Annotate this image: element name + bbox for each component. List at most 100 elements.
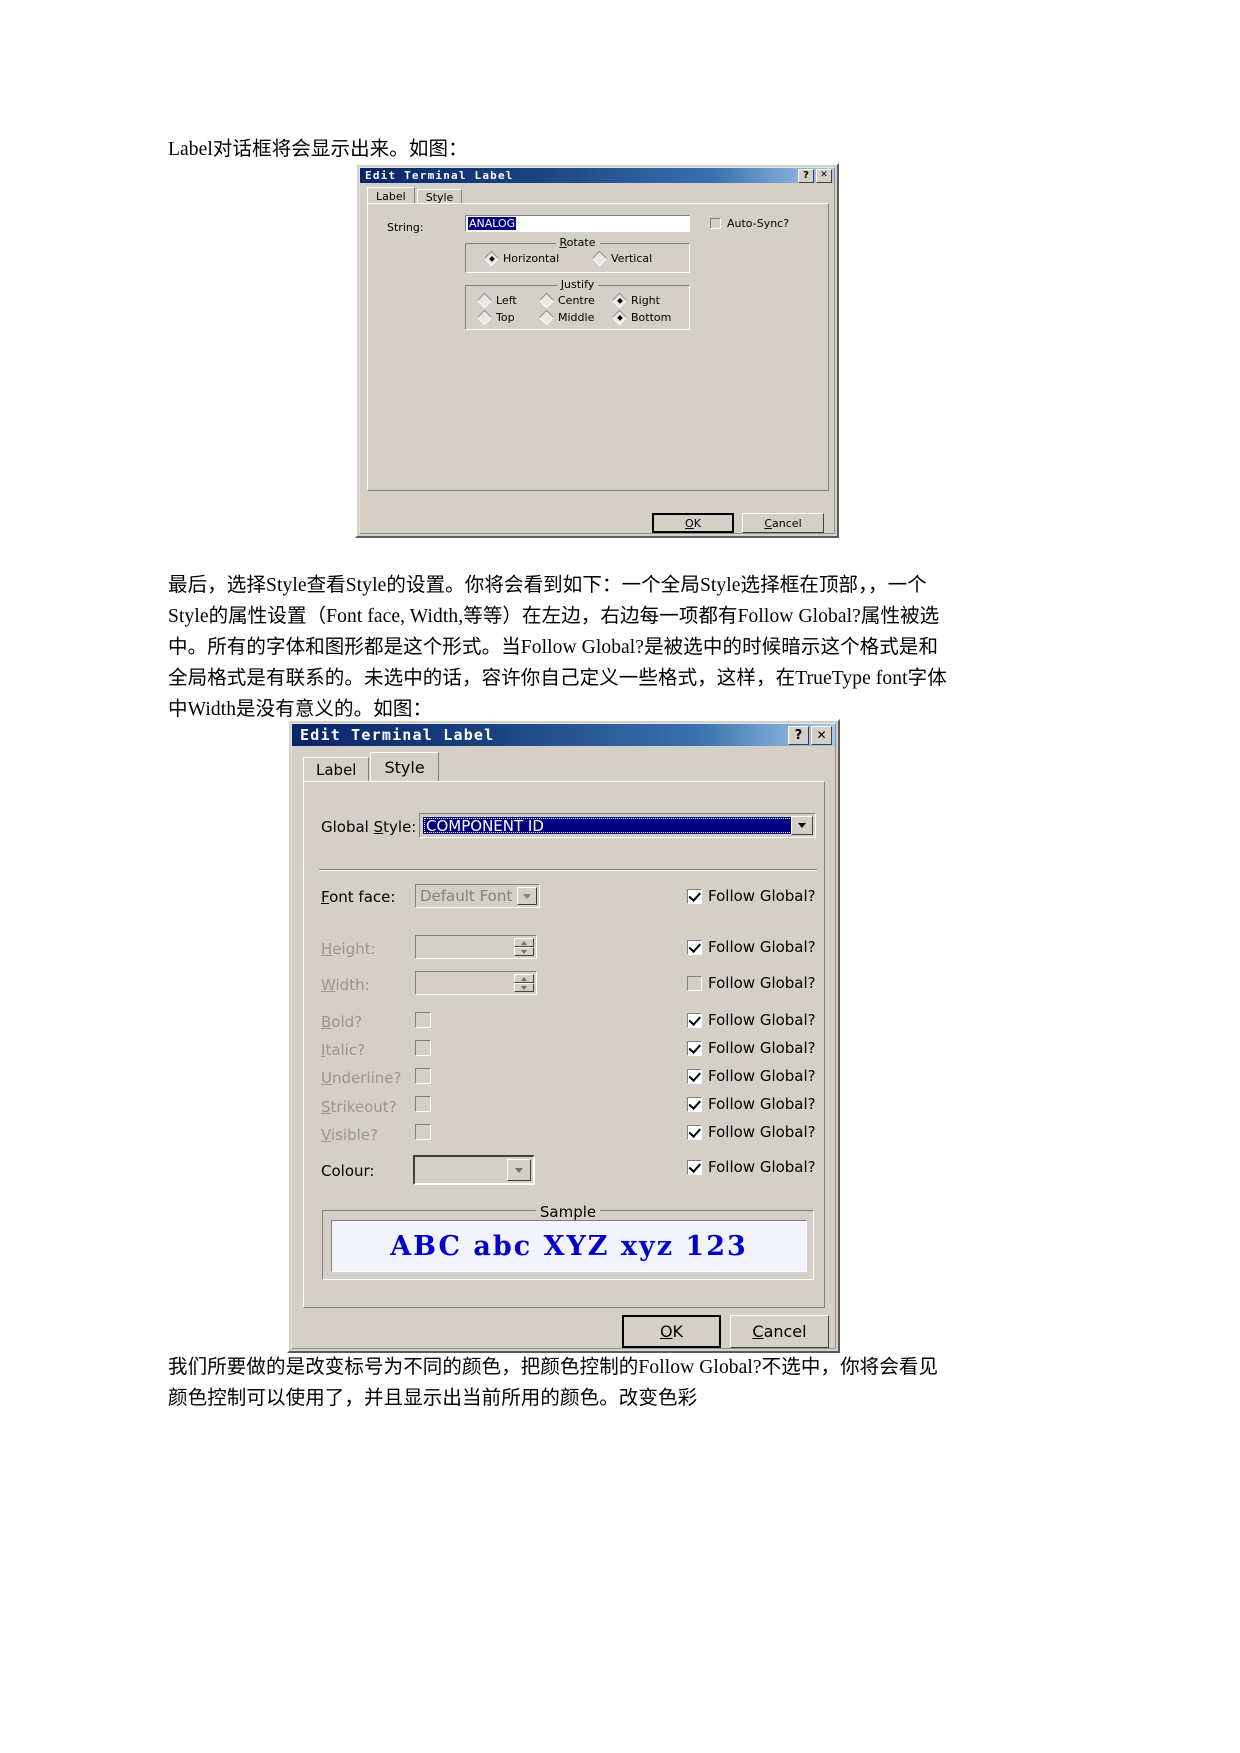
height-spinner-buttons[interactable] [514, 938, 534, 956]
italic-label: Italic? [321, 1041, 365, 1059]
chevron-up-icon [521, 940, 527, 945]
tab-label[interactable]: Label [367, 187, 415, 204]
dialog-titlebar[interactable]: Edit Terminal Label ? ✕ [360, 168, 834, 183]
visible-checkbox[interactable] [415, 1124, 431, 1140]
follow-global-underline[interactable]: Follow Global? [687, 1067, 816, 1085]
paragraph-2: 最后，选择Style查看Style的设置。你将会看到如下：一个全局Style选择… [168, 575, 947, 720]
colour-label: Colour: [321, 1162, 374, 1180]
strikeout-checkbox[interactable] [415, 1096, 431, 1112]
radio-vertical[interactable]: Vertical [591, 250, 652, 267]
cancel-button[interactable]: Cancel [730, 1315, 829, 1348]
radio-horizontal[interactable]: Horizontal [483, 250, 560, 267]
help-button[interactable]: ? [788, 725, 809, 745]
ok-button[interactable]: OK [652, 513, 734, 533]
follow-global-width-checkbox[interactable] [687, 975, 702, 991]
ok-button-rest: K [693, 516, 701, 530]
radio-vertical-diamond[interactable] [591, 250, 608, 267]
radio-top[interactable]: Top [476, 309, 515, 326]
font-face-label-rest: ont face: [329, 888, 396, 906]
radio-right-diamond[interactable] [611, 292, 628, 309]
ok-button[interactable]: OK [622, 1315, 721, 1348]
underline-label: Underline? [321, 1069, 401, 1087]
tab-style[interactable]: Style [370, 752, 439, 782]
underline-checkbox[interactable] [415, 1068, 431, 1084]
colour-combo-arrow[interactable] [507, 1159, 531, 1181]
tab-label[interactable]: Label [303, 757, 370, 782]
radio-right[interactable]: Right [611, 292, 660, 309]
width-label-rest: idth: [335, 976, 370, 994]
height-spinner-up[interactable] [514, 938, 534, 947]
bold-label-rest: old? [331, 1013, 363, 1031]
italic-label-rest: talic? [325, 1041, 366, 1059]
radio-centre-diamond[interactable] [538, 292, 555, 309]
follow-global-underline-checkbox[interactable] [687, 1068, 702, 1084]
follow-global-strikeout-checkbox[interactable] [687, 1096, 702, 1112]
follow-global-visible-checkbox[interactable] [687, 1124, 702, 1140]
font-face-combo[interactable]: Default Font [415, 884, 540, 908]
bold-checkbox[interactable] [415, 1012, 431, 1028]
follow-global-underline-label: Follow Global? [708, 1067, 816, 1085]
rotate-group: Rotate Horizontal Vertical [465, 236, 690, 273]
follow-global-font-face-checkbox[interactable] [687, 888, 702, 904]
colour-label-text: Colour: [321, 1162, 375, 1180]
follow-global-height-checkbox[interactable] [687, 939, 702, 955]
radio-middle[interactable]: Middle [538, 309, 594, 326]
follow-global-italic-label: Follow Global? [708, 1039, 816, 1057]
radio-bottom-diamond[interactable] [611, 309, 628, 326]
ok-button-accel: O [659, 1322, 673, 1341]
follow-global-visible[interactable]: Follow Global? [687, 1123, 816, 1141]
radio-left-diamond[interactable] [476, 292, 493, 309]
follow-global-height[interactable]: Follow Global? [687, 938, 816, 956]
string-input[interactable]: ANALOG [465, 215, 690, 232]
width-spinner-buttons[interactable] [514, 974, 534, 992]
tab-strip: Label Style [367, 187, 463, 204]
auto-sync-checkbox[interactable] [710, 218, 721, 229]
help-button[interactable]: ? [798, 168, 814, 183]
radio-horizontal-diamond[interactable] [483, 250, 500, 267]
global-style-combo-arrow[interactable] [791, 816, 813, 835]
close-button[interactable]: ✕ [816, 168, 832, 183]
global-style-combo[interactable]: COMPONENT ID [419, 813, 816, 838]
italic-checkbox[interactable] [415, 1040, 431, 1056]
edit-terminal-style-dialog: Edit Terminal Label ? ✕ Label Style Glob… [287, 719, 840, 1353]
font-face-combo-arrow[interactable] [517, 887, 537, 905]
width-spinner[interactable] [415, 971, 537, 995]
cancel-button-accel: C [752, 1322, 764, 1341]
follow-global-font-face[interactable]: Follow Global? [687, 887, 816, 905]
radio-centre[interactable]: Centre [538, 292, 595, 309]
close-button[interactable]: ✕ [811, 725, 832, 745]
radio-top-diamond[interactable] [476, 309, 493, 326]
follow-global-bold[interactable]: Follow Global? [687, 1011, 816, 1029]
follow-global-strikeout[interactable]: Follow Global? [687, 1095, 816, 1113]
radio-bottom-label: Bottom [631, 311, 672, 324]
auto-sync-row[interactable]: Auto-Sync? [710, 217, 789, 230]
cancel-button[interactable]: Cancel [742, 513, 824, 533]
follow-global-bold-checkbox[interactable] [687, 1012, 702, 1028]
radio-right-label: Right [631, 294, 660, 307]
dialog-titlebar-2[interactable]: Edit Terminal Label ? ✕ [292, 724, 835, 746]
follow-global-colour-checkbox[interactable] [687, 1159, 702, 1175]
tab-style[interactable]: Style [416, 189, 463, 204]
chevron-down-icon [521, 949, 527, 954]
width-spinner-up[interactable] [514, 974, 534, 983]
tab-label-text: Label [376, 189, 406, 203]
follow-global-colour[interactable]: Follow Global? [687, 1158, 816, 1176]
follow-global-italic[interactable]: Follow Global? [687, 1039, 816, 1057]
radio-horizontal-label: Horizontal [503, 252, 560, 265]
justify-group: Justify Left Centre Right Top Middle Bot… [465, 278, 690, 330]
follow-global-italic-checkbox[interactable] [687, 1040, 702, 1056]
radio-bottom[interactable]: Bottom [611, 309, 672, 326]
follow-global-height-label: Follow Global? [708, 938, 816, 956]
follow-global-width[interactable]: Follow Global? [687, 974, 816, 992]
radio-left[interactable]: Left [476, 292, 517, 309]
height-spinner-down[interactable] [514, 947, 534, 956]
width-label-accel: W [321, 976, 336, 994]
strikeout-label: Strikeout? [321, 1098, 397, 1116]
height-spinner[interactable] [415, 935, 537, 959]
underline-label-accel: U [321, 1069, 332, 1087]
width-spinner-down[interactable] [514, 983, 534, 992]
radio-middle-diamond[interactable] [538, 309, 555, 326]
chevron-up-icon [521, 976, 527, 981]
colour-combo[interactable] [413, 1155, 535, 1185]
follow-global-colour-label: Follow Global? [708, 1158, 816, 1176]
